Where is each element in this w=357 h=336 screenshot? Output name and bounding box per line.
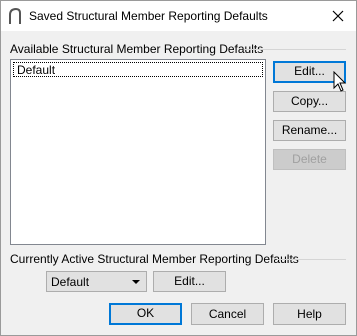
dropdown-value: Default — [51, 275, 90, 289]
cancel-button[interactable]: Cancel — [191, 303, 264, 325]
active-defaults-label: Currently Active Structural Member Repor… — [10, 252, 299, 266]
ok-button-label: OK — [136, 306, 155, 320]
active-edit-button-label: Edit... — [174, 274, 205, 288]
ok-button[interactable]: OK — [109, 303, 182, 325]
list-item-default[interactable]: Default — [13, 62, 263, 77]
help-button[interactable]: Help — [273, 303, 346, 325]
copy-button-label: Copy... — [290, 94, 329, 108]
group-divider — [244, 49, 346, 50]
rename-button-label: Rename... — [281, 123, 338, 137]
copy-button[interactable]: Copy... — [273, 91, 346, 112]
close-icon[interactable] — [328, 6, 348, 26]
active-edit-button[interactable]: Edit... — [153, 271, 226, 292]
window-title: Saved Structural Member Reporting Defaul… — [29, 9, 268, 23]
delete-button-label: Delete — [292, 152, 327, 166]
chief-architect-arch-icon — [9, 7, 21, 24]
cancel-button-label: Cancel — [208, 307, 247, 321]
mouse-pointer-icon — [333, 71, 347, 92]
group-divider — [277, 259, 346, 260]
chevron-down-icon — [132, 280, 140, 284]
title-bar[interactable]: Saved Structural Member Reporting Defaul… — [1, 1, 356, 31]
active-defaults-dropdown[interactable]: Default — [46, 271, 147, 292]
delete-button[interactable]: Delete — [273, 149, 346, 170]
help-button-label: Help — [297, 307, 322, 321]
available-defaults-list[interactable]: Default — [10, 59, 266, 245]
dialog-window: Saved Structural Member Reporting Defaul… — [0, 0, 357, 336]
available-defaults-label: Available Structural Member Reporting De… — [10, 42, 264, 56]
rename-button[interactable]: Rename... — [273, 120, 346, 141]
